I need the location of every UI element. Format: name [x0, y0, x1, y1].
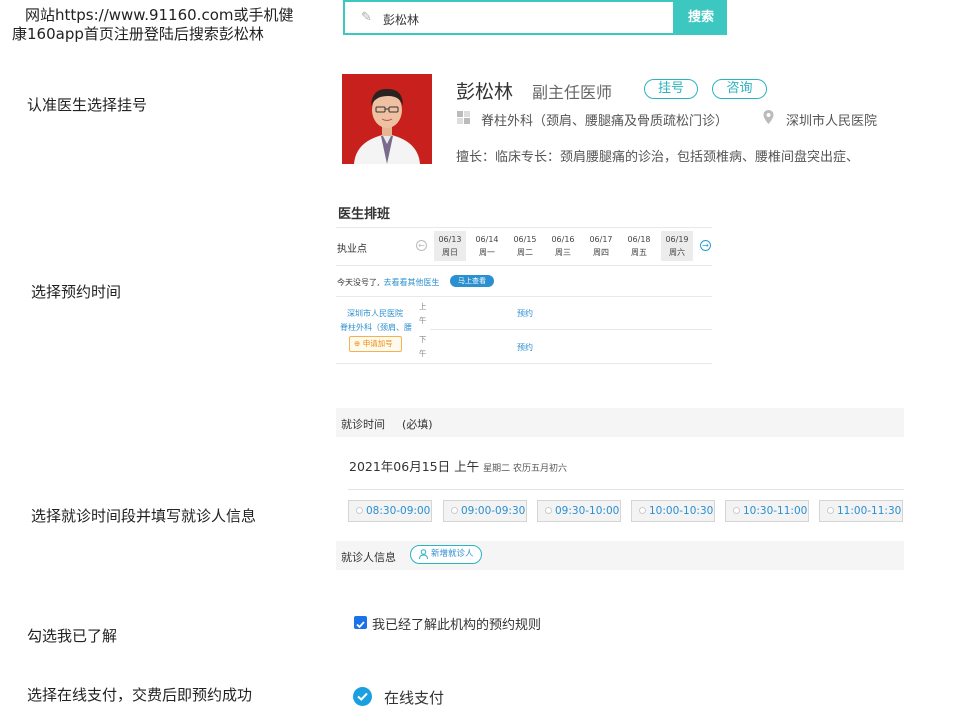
schedule-day-date: 06/18 — [627, 235, 651, 244]
radio-icon — [545, 507, 552, 514]
schedule-day-weekday: 周二 — [517, 248, 533, 257]
radio-icon — [639, 507, 646, 514]
schedule-hospital-link[interactable]: 深圳市人民医院 — [347, 308, 403, 319]
notice-text: 今天没号了, — [337, 278, 380, 287]
search-input[interactable]: ✎ 彭松林 — [343, 0, 675, 35]
book-morning-link[interactable]: 预约 — [517, 308, 533, 319]
doctor-photo — [342, 74, 432, 164]
schedule-day[interactable]: 06/17 周四 — [585, 231, 617, 261]
department-icon — [457, 111, 470, 124]
schedule-day-date: 06/13 — [438, 235, 462, 244]
visit-time-title: 就诊时间 — [341, 418, 385, 431]
step-1-line-1: 网站https://www.91160.com或手机健 — [25, 6, 294, 24]
step-5-label: 勾选我已了解 — [27, 627, 118, 645]
schedule-day[interactable]: 06/13 周日 — [434, 231, 466, 261]
schedule-day-weekday: 周四 — [593, 248, 609, 257]
person-icon — [419, 549, 428, 559]
step-4-label: 选择就诊时间段并填写就诊人信息 — [31, 507, 257, 525]
schedule-divider — [336, 265, 712, 266]
schedule-day-date: 06/14 — [475, 235, 499, 244]
schedule-day[interactable]: 06/16 周三 — [547, 231, 579, 261]
step-3-label: 选择预约时间 — [31, 283, 122, 301]
add-patient-button[interactable]: 新增就诊人 — [410, 545, 482, 564]
visit-time-required: (必填) — [402, 418, 433, 431]
doctor-department: 脊柱外科（颈肩、腰腿痛及骨质疏松门诊） — [481, 114, 729, 129]
schedule-day-weekday: 周一 — [479, 248, 495, 257]
afternoon-label: 下午 — [419, 335, 427, 358]
checkmark-icon — [356, 621, 365, 629]
time-slot-label: 09:30-10:00 — [555, 505, 620, 517]
visit-divider — [348, 489, 904, 490]
location-pin-icon — [763, 110, 774, 124]
schedule-day-weekday: 周日 — [442, 248, 458, 257]
time-slot-label: 10:30-11:00 — [743, 505, 808, 517]
time-slot-label: 11:00-11:30 — [837, 505, 902, 517]
doctor-title: 副主任医师 — [532, 83, 613, 102]
search-button[interactable]: 搜索 — [675, 0, 727, 35]
schedule-divider — [336, 296, 712, 297]
schedule-column-header: 执业点 — [337, 244, 367, 255]
schedule-day-weekday: 周六 — [669, 248, 685, 257]
time-slot[interactable]: 09:00-09:30 — [443, 500, 527, 522]
schedule-day-date: 06/15 — [513, 235, 537, 244]
schedule-day[interactable]: 06/18 周五 — [623, 231, 655, 261]
visit-date-main: 2021年06月15日 上午 — [349, 459, 480, 474]
online-pay-label[interactable]: 在线支付 — [384, 687, 444, 708]
schedule-day-date: 06/17 — [589, 235, 613, 244]
time-slot[interactable]: 10:00-10:30 — [631, 500, 715, 522]
time-slot[interactable]: 10:30-11:00 — [725, 500, 809, 522]
doctor-name: 彭松林 — [456, 81, 514, 103]
time-slot[interactable]: 09:30-10:00 — [537, 500, 621, 522]
radio-icon — [733, 507, 740, 514]
view-now-button[interactable]: 马上查看 — [450, 275, 494, 287]
schedule-day[interactable]: 06/19 周六 — [661, 231, 693, 261]
schedule-day-weekday: 周三 — [555, 248, 571, 257]
step-1-line-2: 康160app首页注册登陆后搜索彭松林 — [12, 25, 264, 43]
time-slot-label: 09:00-09:30 — [461, 505, 526, 517]
time-slot[interactable]: 11:00-11:30 — [819, 500, 903, 522]
add-patient-label: 新增就诊人 — [431, 549, 474, 559]
step-2-label: 认准医生选择挂号 — [27, 96, 148, 114]
prev-week-icon[interactable]: ← — [416, 240, 427, 251]
time-slot-label: 10:00-10:30 — [649, 505, 714, 517]
next-week-icon[interactable]: → — [700, 240, 711, 251]
schedule-day-date: 06/19 — [665, 235, 689, 244]
agree-checkbox[interactable] — [354, 616, 367, 629]
patient-info-title: 就诊人信息 — [341, 551, 396, 564]
check-circle-icon — [357, 692, 368, 701]
radio-icon — [451, 507, 458, 514]
pencil-icon: ✎ — [361, 10, 372, 25]
visit-date: 2021年06月15日 上午 星期二 农历五月初六 — [349, 456, 567, 475]
schedule-day[interactable]: 06/15 周二 — [509, 231, 541, 261]
plus-circle-icon: ⊕ — [354, 339, 361, 348]
book-afternoon-link[interactable]: 预约 — [517, 342, 533, 353]
schedule-day-weekday: 周五 — [631, 248, 647, 257]
schedule-department-link[interactable]: 脊柱外科（颈肩、腰 — [340, 322, 412, 333]
visit-date-sub: 星期二 农历五月初六 — [483, 464, 567, 474]
schedule-day[interactable]: 06/14 周一 — [471, 231, 503, 261]
step-1-label: 网站https://www.91160.com或手机健 康160app首页注册登… — [12, 6, 312, 44]
schedule-divider — [336, 363, 712, 364]
radio-icon — [827, 507, 834, 514]
time-slot[interactable]: 08:30-09:00 — [348, 500, 432, 522]
morning-label: 上午 — [419, 302, 427, 325]
schedule-divider — [336, 227, 712, 228]
register-button[interactable]: 挂号 — [644, 79, 698, 99]
other-doctors-link[interactable]: 去看看其他医生 — [384, 278, 440, 287]
agree-label[interactable]: 我已经了解此机构的预约规则 — [372, 614, 541, 633]
radio-icon — [356, 507, 363, 514]
online-pay-radio[interactable] — [353, 687, 372, 706]
step-6-label: 选择在线支付，交费后即预约成功 — [27, 686, 253, 704]
consult-button[interactable]: 咨询 — [712, 79, 767, 99]
doctor-hospital: 深圳市人民医院 — [786, 114, 878, 129]
apply-extra-slot-label: 申请加号 — [362, 339, 393, 348]
schedule-title: 医生排班 — [338, 207, 391, 222]
apply-extra-slot-button[interactable]: ⊕ 申请加号 — [349, 336, 402, 352]
time-slot-label: 08:30-09:00 — [366, 505, 431, 517]
schedule-divider — [430, 329, 712, 330]
search-keyword: 彭松林 — [383, 13, 420, 27]
no-slot-notice: 今天没号了, 去看看其他医生 — [337, 277, 440, 288]
doctor-specialty: 擅长：临床专长：颈肩腰腿痛的诊治，包括颈椎病、腰椎间盘突出症、 — [456, 150, 860, 165]
schedule-day-date: 06/16 — [551, 235, 575, 244]
